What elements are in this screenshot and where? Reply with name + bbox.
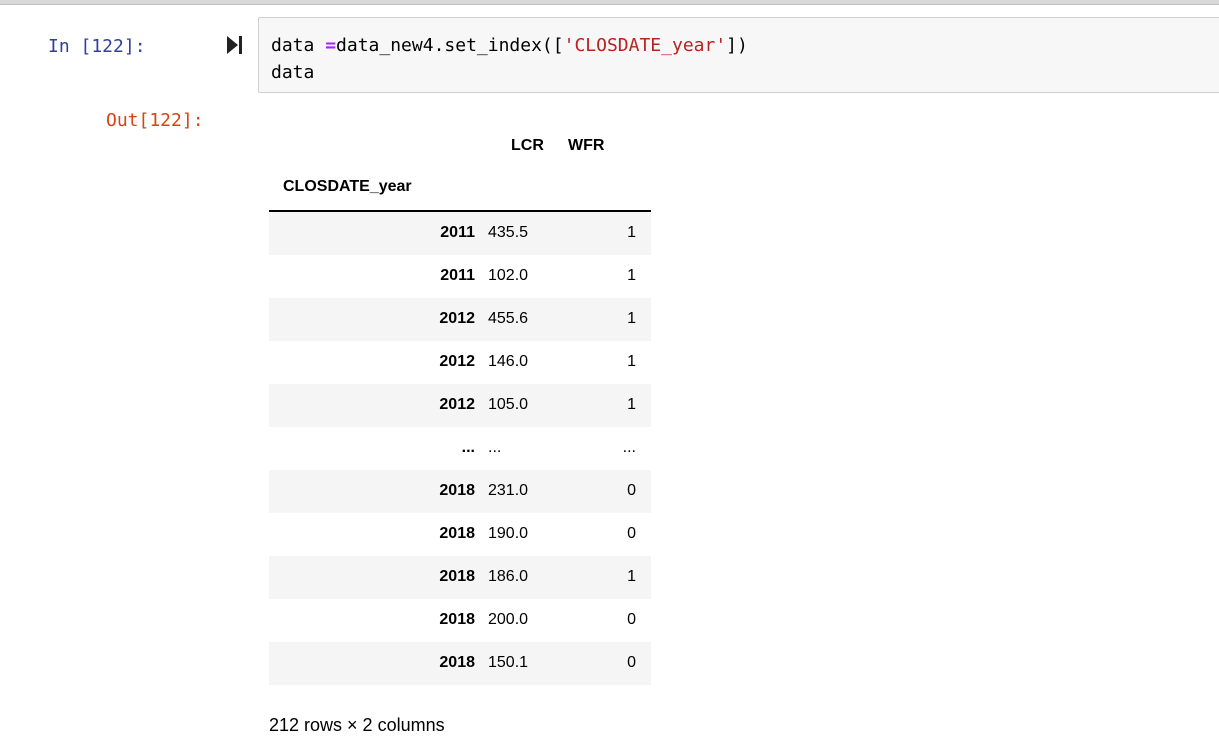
table-row: 2012 105.0 1 [269,384,651,427]
lcr-cell: 231.0 [488,482,529,499]
wfr-cell: ... [622,439,636,456]
row-index-cell: 2012 [439,396,475,413]
run-cell-icon[interactable] [225,34,245,56]
wfr-cell: 0 [627,482,636,499]
row-index-cell: 2011 [440,224,475,241]
wfr-cell: 0 [627,654,636,671]
row-index-cell: ... [461,439,475,456]
table-body: 2011 435.5 1 2011 102.0 1 2012 455.6 1 2012 146.0 1… [269,212,651,685]
wfr-cell: 0 [627,525,636,542]
output-prompt: Out[122]: [106,110,204,131]
table-row: 2018 190.0 0 [269,513,651,556]
wfr-cell: 1 [627,396,636,413]
wfr-cell: 0 [627,611,636,628]
wfr-cell: 1 [627,267,636,284]
table-row: ......... [269,427,651,470]
table-header: LCR WFR CLOSDATE_year [269,128,651,212]
table-row: 2018 200.0 0 [269,599,651,642]
wfr-cell: 1 [627,353,636,370]
code-cell-editor[interactable]: data =data_new4.set_index(['CLOSDATE_yea… [258,17,1219,93]
row-index-cell: 2018 [439,654,475,671]
table-row: 2012 455.6 1 [269,298,651,341]
lcr-cell: 150.1 [488,654,529,671]
table-row: 2011 102.0 1 [269,255,651,298]
lcr-cell: 190.0 [488,525,529,542]
lcr-cell: 105.0 [488,396,529,413]
lcr-cell: ... [488,439,502,456]
table-row: 2011 435.5 1 [269,212,651,255]
row-index-cell: 2012 [439,353,475,370]
table-row: 2012 146.0 1 [269,341,651,384]
lcr-cell: 102.0 [488,267,529,284]
row-index-cell: 2012 [439,310,475,327]
dataframe-shape: 212 rows × 2 columns [269,715,445,735]
table-row: 2018 150.1 0 [269,642,651,685]
code-token-var: data [271,35,326,56]
input-prompt: In [122]: [48,36,146,57]
wfr-cell: 1 [627,310,636,327]
lcr-cell: 186.0 [488,568,529,585]
row-index-cell: 2018 [439,525,475,542]
column-header-lcr: LCR [511,137,544,154]
code-token-operator: = [325,35,337,56]
row-index-cell: 2018 [439,611,475,628]
wfr-cell: 1 [627,224,636,241]
code-line-2: data [271,62,315,83]
code-line-1: data =data_new4.set_index(['CLOSDATE_yea… [271,35,748,56]
code-token-string: 'CLOSDATE_year' [563,35,727,56]
column-header-wfr: WFR [568,137,605,154]
dataframe-table: LCR WFR CLOSDATE_year 2011 435.5 1 2011 102.… [269,128,651,685]
top-divider [0,0,1219,5]
lcr-cell: 455.6 [488,310,529,327]
table-row: 2018 231.0 0 [269,470,651,513]
lcr-cell: 146.0 [488,353,529,370]
wfr-cell: 1 [627,568,636,585]
lcr-cell: 200.0 [488,611,529,628]
row-index-cell: 2011 [440,267,475,284]
lcr-cell: 435.5 [488,224,529,241]
row-index-cell: 2018 [439,568,475,585]
index-name-header: CLOSDATE_year [283,178,412,195]
code-token-call: data_new4.set_index([ [336,35,564,56]
table-row: 2018 186.0 1 [269,556,651,599]
code-token-close: ]) [726,35,748,56]
row-index-cell: 2018 [439,482,475,499]
